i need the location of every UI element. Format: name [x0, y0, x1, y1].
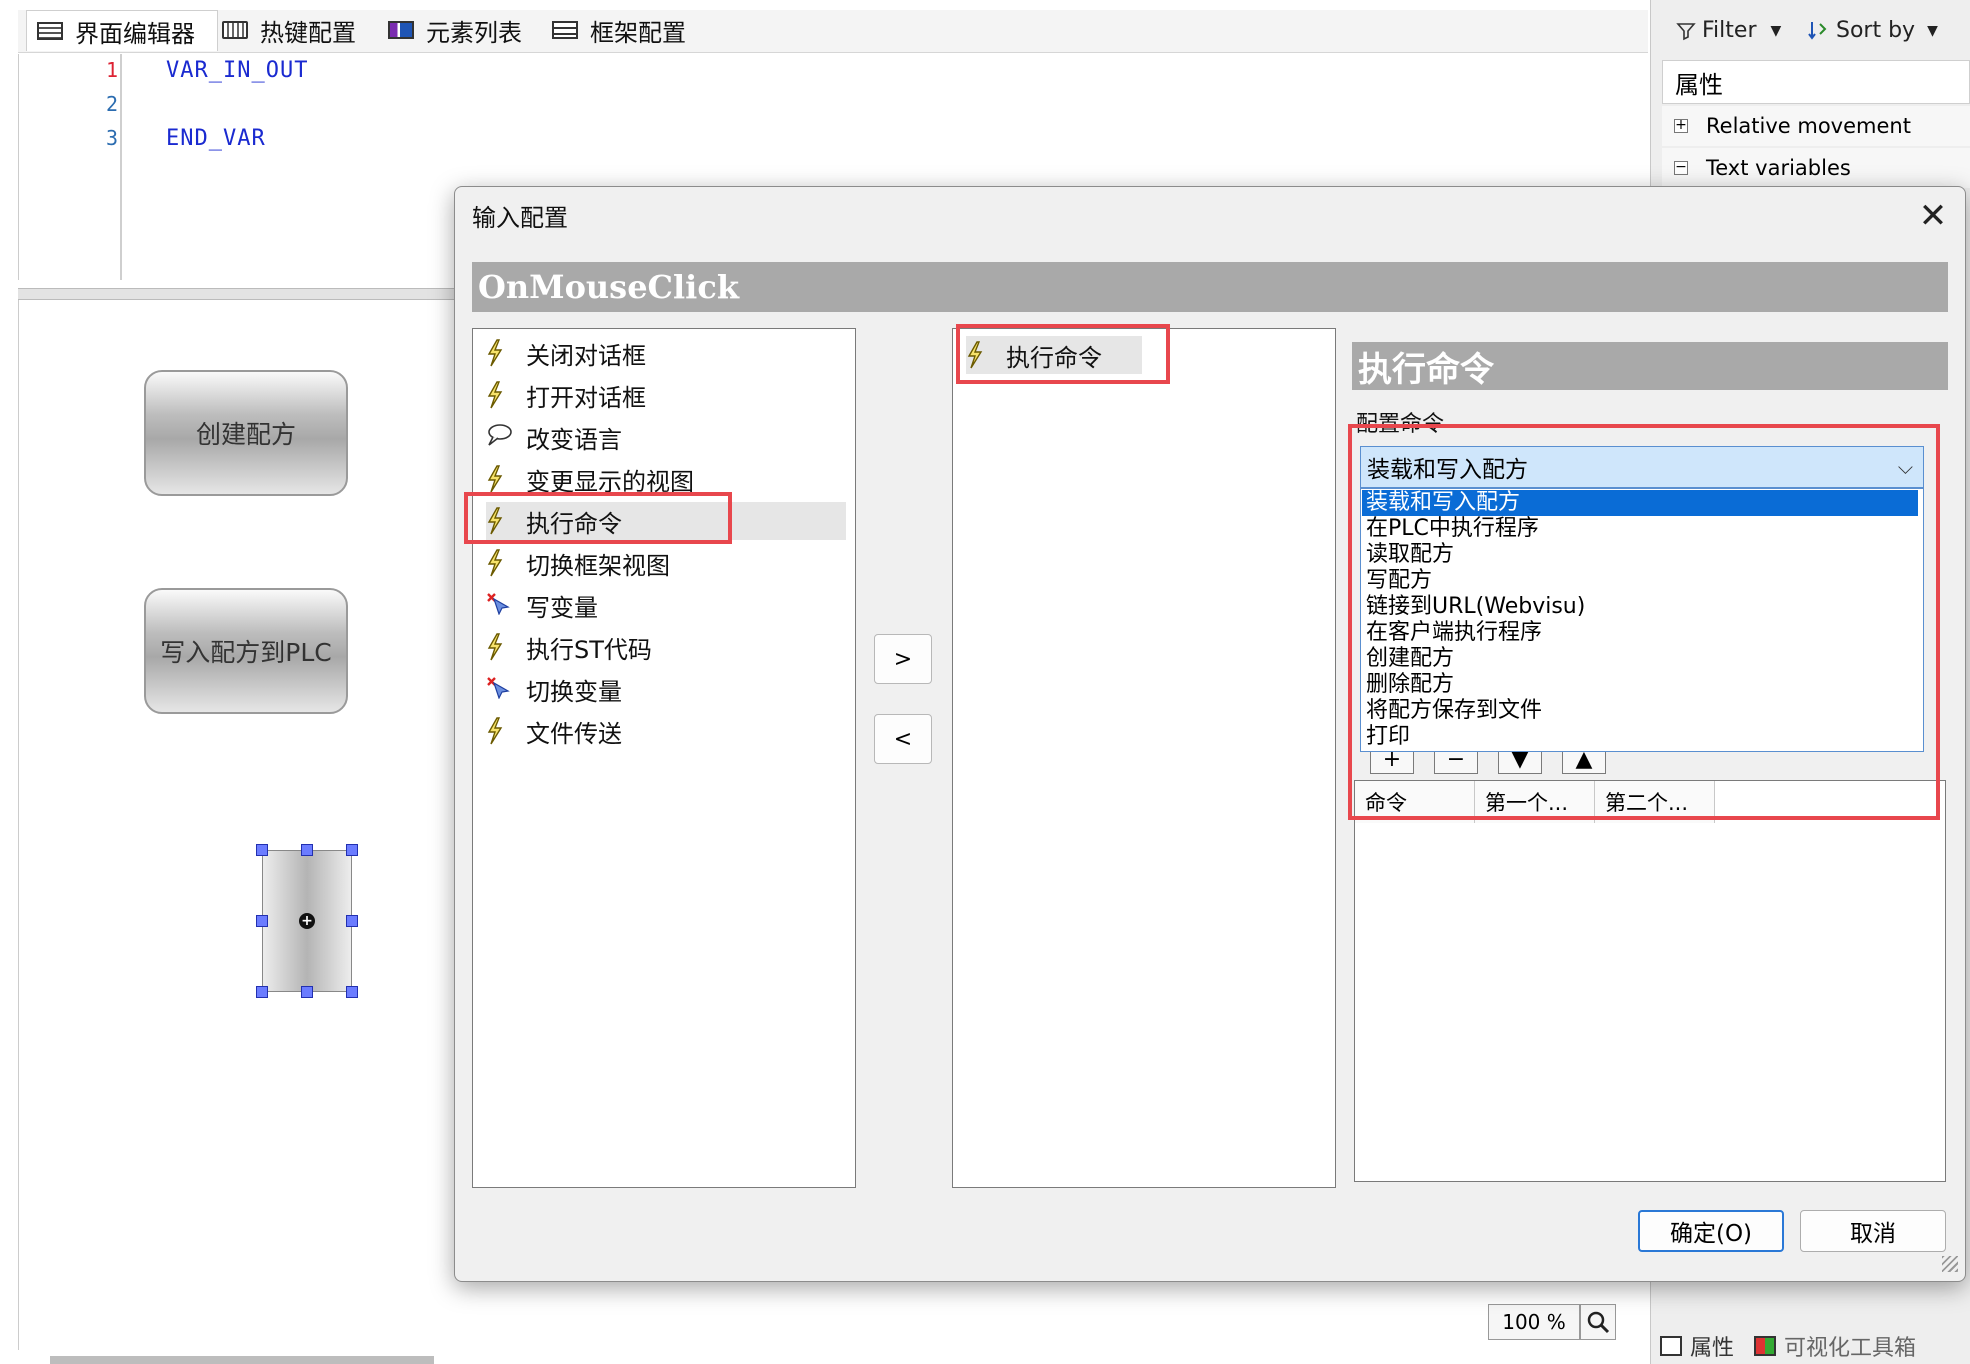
action-label: 文件传送	[526, 719, 622, 748]
action-item[interactable]: 执行ST代码	[486, 628, 846, 666]
sort-button[interactable]: Sort by ▼	[1808, 18, 1938, 43]
highlight-box	[1348, 424, 1940, 820]
tab-visual-toolbox[interactable]: 可视化工具箱	[1784, 1330, 1916, 1362]
properties-tab-icon	[1660, 1336, 1682, 1356]
zoom-level[interactable]: 100 %	[1488, 1304, 1580, 1340]
panel-bottom-tabs: 属性 可视化工具箱	[1660, 1328, 1970, 1364]
bolt-icon	[486, 381, 504, 409]
action-label: 切换框架视图	[526, 551, 670, 580]
resize-handle[interactable]	[256, 986, 268, 998]
toolbox-tab-icon	[1754, 1336, 1777, 1356]
action-item[interactable]: 切换框架视图	[486, 544, 846, 582]
line-number: 2	[105, 92, 118, 116]
bolt-icon	[486, 465, 504, 493]
resize-handle[interactable]	[256, 844, 268, 856]
resize-handle[interactable]	[256, 915, 268, 927]
resize-handle[interactable]	[346, 915, 358, 927]
write-var-icon	[486, 591, 512, 619]
bolt-icon	[486, 717, 504, 745]
cancel-button[interactable]: 取消	[1800, 1210, 1946, 1252]
detail-header: 执行命令	[1352, 342, 1948, 390]
highlight-box	[464, 492, 732, 544]
bolt-icon	[486, 633, 504, 661]
ok-button[interactable]: 确定(O)	[1638, 1210, 1784, 1252]
chevron-down-icon: ▼	[1770, 22, 1782, 39]
add-action-button[interactable]: >	[874, 634, 932, 684]
property-label: Text variables	[1706, 156, 1851, 180]
tab-hotkey-config[interactable]: 热键配置	[222, 10, 356, 50]
tab-label: 元素列表	[426, 18, 522, 47]
write-recipe-element[interactable]: 写入配方到PLC	[144, 588, 348, 714]
line-number: 1	[105, 58, 118, 82]
action-item[interactable]: 关闭对话框	[486, 334, 846, 372]
properties-header: 属性	[1662, 60, 1970, 104]
command-parameter-table[interactable]: 命令 第一个... 第二个...	[1354, 780, 1946, 1182]
resize-handle[interactable]	[301, 844, 313, 856]
tab-label: 界面编辑器	[75, 19, 195, 48]
tab-label: 框架配置	[590, 18, 686, 47]
gutter-divider	[120, 54, 122, 280]
action-label: 关闭对话框	[526, 341, 646, 370]
tab-label: 热键配置	[260, 18, 356, 47]
code-line[interactable]: END_VAR	[166, 126, 266, 151]
create-recipe-element[interactable]: 创建配方	[144, 370, 348, 496]
bolt-icon	[486, 339, 504, 367]
list-icon	[388, 21, 414, 39]
speech-icon	[486, 423, 512, 451]
close-icon[interactable]: ✕	[1913, 196, 1953, 236]
resize-handle[interactable]	[346, 844, 358, 856]
available-actions-list[interactable]	[472, 328, 856, 1188]
keyboard-icon	[222, 21, 248, 39]
collapse-icon[interactable]: −	[1674, 160, 1688, 175]
bolt-icon	[486, 549, 504, 577]
action-item[interactable]: 文件传送	[486, 712, 846, 750]
tab-frame-config[interactable]: 框架配置	[552, 10, 686, 50]
action-label: 打开对话框	[526, 383, 646, 412]
action-label: 切换变量	[526, 677, 622, 706]
action-label: 改变语言	[526, 425, 622, 454]
sort-label: Sort by	[1836, 18, 1916, 43]
chevron-down-icon: ▼	[1927, 22, 1938, 39]
write-var-icon	[486, 675, 512, 703]
resize-handle[interactable]	[301, 986, 313, 998]
tab-properties[interactable]: 属性	[1690, 1330, 1734, 1362]
action-label: 执行ST代码	[526, 635, 652, 664]
tab-ui-editor[interactable]: 界面编辑器	[26, 10, 218, 51]
resize-grip-icon[interactable]	[1942, 1256, 1958, 1272]
move-crosshair-icon[interactable]: +	[299, 913, 315, 929]
action-item[interactable]: 切换变量	[486, 670, 846, 708]
event-name-bar: OnMouseClick	[472, 262, 1948, 312]
property-row-text-variables[interactable]: − Text variables	[1662, 148, 1970, 188]
filter-icon	[1676, 22, 1696, 40]
dialog-title: 输入配置	[472, 204, 568, 232]
property-label: Relative movement	[1706, 114, 1911, 138]
property-row-relative-movement[interactable]: + Relative movement	[1662, 106, 1970, 146]
code-line[interactable]: VAR_IN_OUT	[166, 58, 308, 83]
selected-actions-list[interactable]	[952, 328, 1336, 1188]
highlight-box	[956, 324, 1170, 384]
filter-label: Filter	[1702, 18, 1757, 43]
action-label: 写变量	[526, 593, 598, 622]
frame-icon	[552, 21, 578, 39]
line-number: 3	[105, 126, 118, 150]
action-item[interactable]: 写变量	[486, 586, 846, 624]
filter-button[interactable]: Filter ▼	[1676, 18, 1781, 43]
editor-icon	[37, 22, 63, 40]
zoom-magnifier-icon[interactable]	[1580, 1304, 1616, 1340]
expand-icon[interactable]: +	[1674, 118, 1688, 133]
tab-element-list[interactable]: 元素列表	[388, 10, 522, 50]
remove-action-button[interactable]: <	[874, 714, 932, 764]
horizontal-scrollbar[interactable]	[50, 1356, 434, 1364]
sort-icon	[1808, 21, 1827, 40]
action-item[interactable]: 改变语言	[486, 418, 846, 456]
action-item[interactable]: 打开对话框	[486, 376, 846, 414]
resize-handle[interactable]	[346, 986, 358, 998]
